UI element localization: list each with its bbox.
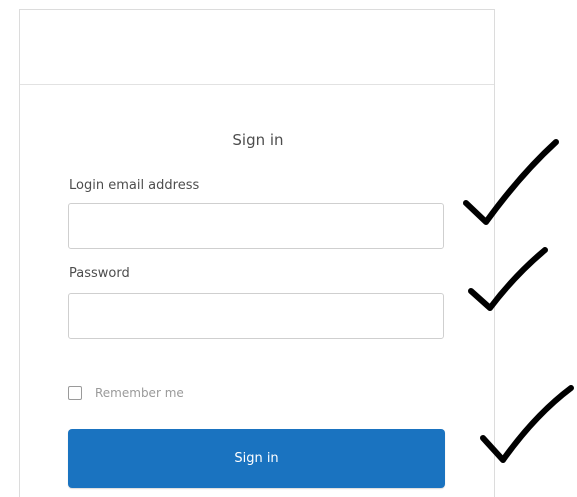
signin-check-icon: [480, 385, 574, 463]
check-marks-overlay: [463, 139, 574, 463]
page: Sign in Login email address Password Rem…: [0, 0, 577, 497]
email-check-icon: [463, 139, 559, 225]
password-check-icon: [468, 247, 548, 311]
